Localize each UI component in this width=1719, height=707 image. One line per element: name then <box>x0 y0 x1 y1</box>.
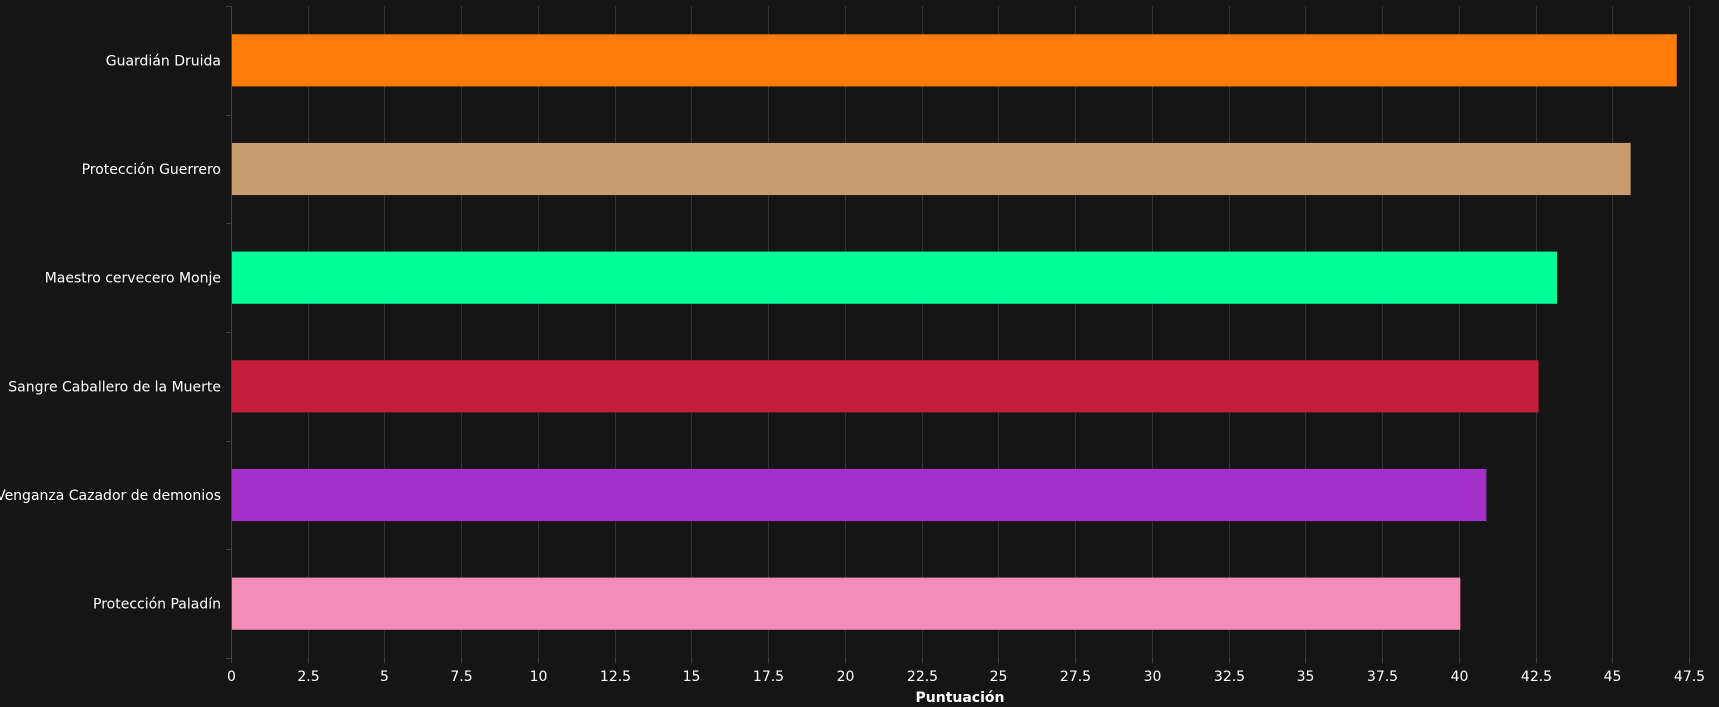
x-tick-label: 45 <box>1604 669 1622 685</box>
x-tick-label: 25 <box>990 669 1008 685</box>
bar[interactable] <box>232 360 1539 413</box>
x-tick-label: 42.5 <box>1521 669 1552 685</box>
bars <box>232 34 1677 630</box>
x-tick-label: 27.5 <box>1060 669 1091 685</box>
category-label: Sangre Caballero de la Muerte <box>8 379 221 395</box>
x-tick-label: 47.5 <box>1674 669 1705 685</box>
x-tick-label: 7.5 <box>450 669 472 685</box>
bar[interactable] <box>232 142 1631 196</box>
x-tick-label: 20 <box>837 669 855 685</box>
category-label: Venganza Cazador de demonios <box>0 488 221 504</box>
category-label: Protección Guerrero <box>82 162 221 178</box>
bar[interactable] <box>232 468 1487 522</box>
x-tick-label: 22.5 <box>907 669 938 685</box>
x-tick-label: 32.5 <box>1214 669 1245 685</box>
category-label: Maestro cervecero Monje <box>45 271 221 287</box>
x-tick-label: 5 <box>380 669 389 685</box>
x-tick-label: 17.5 <box>753 669 784 685</box>
category-label: Guardián Druida <box>106 53 221 69</box>
bar[interactable] <box>232 251 1558 304</box>
y-axis-categories: Guardián Druida Protección Guerrero Maestr… <box>0 6 231 659</box>
x-tick-label: 0 <box>227 669 236 685</box>
x-axis-ticks: 0 2.5 5 7.5 10 12.5 15 17.5 20 22.5 25 27.5 30 32.5 35… <box>227 658 1705 685</box>
x-tick-label: 15 <box>683 669 701 685</box>
x-tick-label: 12.5 <box>600 669 631 685</box>
x-axis-title: Puntuación <box>916 690 1005 706</box>
grid <box>308 6 1690 658</box>
bar[interactable] <box>232 577 1461 630</box>
category-label: Protección Paladín <box>93 597 221 613</box>
x-tick-label: 40 <box>1451 669 1469 685</box>
x-tick-label: 2.5 <box>297 669 319 685</box>
bar[interactable] <box>232 34 1677 87</box>
x-tick-label: 30 <box>1144 669 1162 685</box>
x-tick-label: 10 <box>530 669 548 685</box>
bar-chart: 0 2.5 5 7.5 10 12.5 15 17.5 20 22.5 25 27.5 30 32.5 35… <box>0 6 1705 706</box>
x-tick-label: 37.5 <box>1367 669 1398 685</box>
x-tick-label: 35 <box>1297 669 1315 685</box>
